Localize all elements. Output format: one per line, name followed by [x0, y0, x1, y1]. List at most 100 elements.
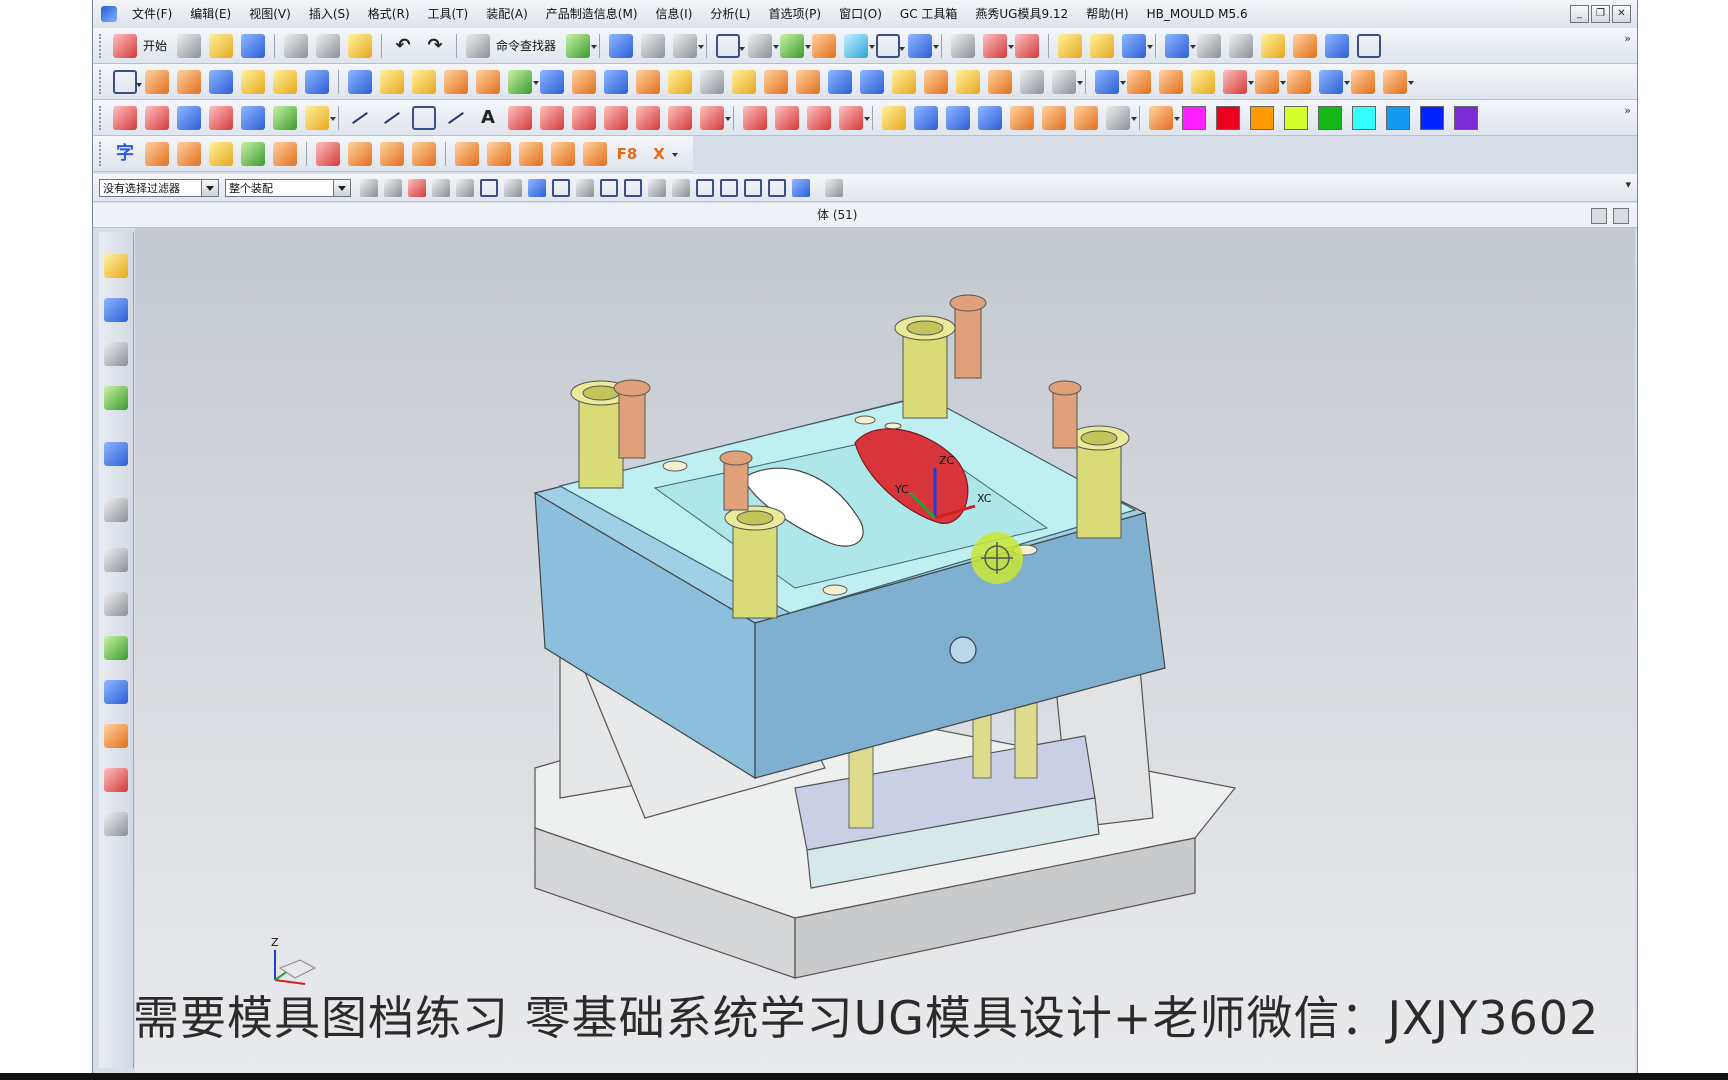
cylinder-icon[interactable] — [305, 69, 329, 94]
menu-format[interactable]: 格式(R) — [359, 0, 419, 28]
menu-pmi[interactable]: 产品制造信息(M) — [537, 0, 647, 28]
block-icon[interactable] — [209, 69, 233, 94]
color-swatch-orange[interactable] — [1250, 105, 1274, 130]
subtract-icon[interactable] — [540, 69, 564, 94]
polygon-icon[interactable] — [508, 105, 532, 130]
hierarchy-icon[interactable] — [455, 141, 479, 166]
reuse-library-icon[interactable] — [104, 386, 128, 410]
sew-icon[interactable] — [1106, 105, 1137, 130]
through-curve-mesh-icon[interactable] — [914, 105, 938, 130]
intersect-icon[interactable] — [572, 69, 596, 94]
measure-icon[interactable] — [1090, 33, 1115, 58]
split-body-icon[interactable] — [636, 69, 660, 94]
binoculars-icon[interactable] — [466, 33, 491, 58]
datum-csys-icon[interactable] — [177, 105, 201, 130]
extension-surface-icon[interactable] — [1042, 105, 1066, 130]
sweep-icon[interactable] — [924, 69, 948, 94]
datum-axis-icon[interactable] — [145, 105, 169, 130]
deselect-icon[interactable] — [432, 178, 450, 197]
menu-window[interactable]: 窗口(O) — [830, 0, 891, 28]
command-finder-label[interactable]: 命令查找器 — [496, 37, 556, 54]
feature-filter-icon[interactable] — [360, 178, 378, 197]
minimize-button[interactable]: _ — [1570, 5, 1589, 23]
existing-point-icon[interactable] — [744, 178, 762, 197]
divide-curve-icon[interactable] — [775, 105, 799, 130]
brush-icon[interactable] — [273, 141, 297, 166]
delete-face-icon[interactable] — [1223, 69, 1254, 94]
thicken-icon[interactable] — [732, 69, 756, 94]
pocket-icon[interactable] — [444, 69, 468, 94]
color-swatch-magenta[interactable] — [1182, 105, 1206, 130]
web-browser-icon[interactable] — [104, 442, 128, 466]
pull-face-icon[interactable] — [1127, 69, 1151, 94]
control-point-icon[interactable] — [648, 178, 666, 197]
selection-intent-icon[interactable] — [408, 178, 426, 197]
system-materials-icon[interactable] — [104, 724, 128, 748]
assembly-navigator-icon[interactable] — [104, 254, 128, 278]
expression-icon[interactable] — [241, 105, 265, 130]
extrude-icon[interactable] — [145, 69, 169, 94]
box-solid-icon[interactable] — [209, 141, 233, 166]
close-button[interactable]: ✕ — [1612, 5, 1631, 23]
color-swatch-blue[interactable] — [1420, 105, 1444, 130]
body-select-icon[interactable] — [528, 178, 546, 197]
measure-length-icon[interactable] — [1197, 33, 1222, 58]
select-all-icon[interactable] — [456, 178, 474, 197]
process-studio-icon[interactable] — [104, 592, 128, 616]
menu-assemblies[interactable]: 装配(A) — [477, 0, 537, 28]
open-folder-icon[interactable] — [209, 33, 234, 58]
bridge-curve-icon[interactable] — [604, 105, 628, 130]
part-navigator-icon[interactable] — [104, 342, 128, 366]
draft-analysis-icon[interactable] — [1261, 33, 1286, 58]
render-style-icon[interactable] — [748, 33, 780, 58]
save-icon[interactable] — [241, 33, 266, 58]
move-component-icon[interactable] — [641, 33, 666, 58]
quadrant-point-icon[interactable] — [720, 178, 738, 197]
intersection-curve-icon[interactable] — [636, 105, 660, 130]
trim-body-icon[interactable] — [604, 69, 628, 94]
emboss-icon[interactable] — [988, 69, 1012, 94]
color-swatch-yellow-green[interactable] — [1284, 105, 1308, 130]
datum-csys-icon[interactable] — [1015, 33, 1040, 58]
double-box-icon[interactable] — [487, 141, 511, 166]
groove-icon[interactable] — [476, 69, 500, 94]
rectangle-select-icon[interactable] — [480, 178, 498, 197]
toolbar-overflow-icon[interactable]: » — [1624, 32, 1631, 45]
arc-center-icon[interactable] — [696, 178, 714, 197]
crosshair-icon[interactable] — [551, 141, 575, 166]
trim-curve-icon[interactable] — [743, 105, 767, 130]
menu-analysis[interactable]: 分析(L) — [701, 0, 759, 28]
replace-face-icon[interactable] — [1052, 69, 1083, 94]
color-swatch-cyan[interactable] — [1352, 105, 1376, 130]
color-swatch-purple[interactable] — [1454, 105, 1478, 130]
join-curve-icon[interactable] — [839, 105, 870, 130]
resize-blend-icon[interactable] — [1255, 69, 1286, 94]
half-box-icon[interactable] — [519, 141, 543, 166]
display-frame-icon[interactable] — [876, 33, 906, 58]
trimmed-sheet-icon[interactable] — [1074, 105, 1098, 130]
fit-view-icon[interactable] — [716, 33, 746, 58]
menu-gc-toolkit[interactable]: GC 工具箱 — [891, 0, 967, 28]
synchronous-move-icon[interactable] — [1095, 69, 1126, 94]
status-maximize-icon[interactable] — [1613, 208, 1629, 224]
point-on-face-icon[interactable] — [792, 178, 810, 197]
menu-information[interactable]: 信息(I) — [647, 0, 702, 28]
wcs-icon[interactable] — [983, 33, 1015, 58]
extract-curve-icon[interactable] — [700, 105, 731, 130]
toolbar-overflow-icon[interactable]: » — [1624, 104, 1631, 117]
cut-icon[interactable] — [284, 33, 309, 58]
graphics-window[interactable]: YC XC ZC Z — [135, 228, 1635, 1073]
measure-distance-icon[interactable] — [1165, 33, 1197, 58]
clearance-analysis-icon[interactable] — [1229, 33, 1254, 58]
unite-icon[interactable] — [508, 69, 539, 94]
rectangle-icon[interactable] — [412, 105, 436, 130]
palette-icon[interactable] — [104, 768, 128, 792]
mold-wizard-icon[interactable] — [1293, 33, 1318, 58]
copy-face-icon[interactable] — [1319, 69, 1350, 94]
edit-object-display-icon[interactable] — [1149, 105, 1180, 130]
point-icon[interactable] — [209, 105, 233, 130]
instance-geometry-icon[interactable] — [1020, 69, 1044, 94]
sketch-icon[interactable] — [113, 69, 142, 94]
red-cube-icon[interactable] — [316, 141, 340, 166]
snap-toggle-icon[interactable] — [552, 178, 570, 197]
